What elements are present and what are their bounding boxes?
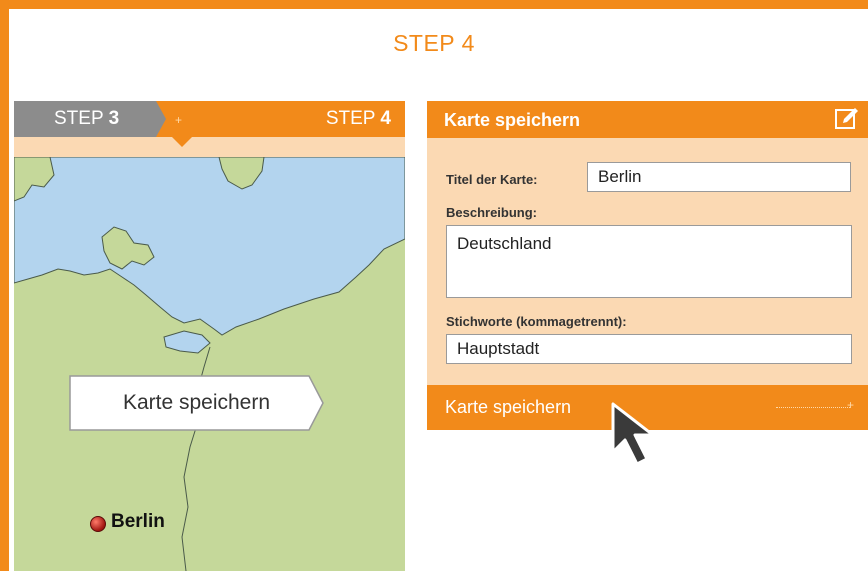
step-divider-icon: +: [175, 113, 183, 127]
title-input[interactable]: [587, 162, 851, 192]
top-border: [0, 0, 868, 9]
left-border: [0, 0, 9, 571]
map-graphic: [14, 157, 405, 571]
steps-bar: STEP 3 + STEP 4: [14, 101, 405, 137]
save-map-callout-button[interactable]: Karte speichern: [69, 375, 324, 431]
mouse-pointer-icon: [611, 402, 655, 466]
step-3-label: STEP 3: [54, 108, 120, 129]
step-4-tab[interactable]: STEP 4: [326, 108, 391, 130]
keywords-input[interactable]: [446, 334, 852, 364]
description-field-label: Beschreibung:: [446, 205, 538, 220]
active-step-pointer: [172, 137, 192, 147]
save-map-callout-label: Karte speichern: [122, 391, 271, 414]
page-title: STEP 4: [393, 30, 475, 56]
map-panel: STEP 3 + STEP 4 Karte speichern Berlin: [14, 101, 405, 571]
map-view[interactable]: [14, 157, 405, 571]
dotted-arrow-line: [776, 407, 850, 408]
step-3-tab[interactable]: STEP 3: [14, 101, 166, 137]
arrow-plus-icon: +: [846, 398, 854, 412]
form-header: Karte speichern: [427, 101, 868, 138]
form-title: Karte speichern: [444, 110, 581, 130]
description-textarea[interactable]: Deutschland: [446, 225, 852, 298]
keywords-field-label: Stichworte (kommagetrennt):: [446, 314, 627, 329]
pencil-edit-icon[interactable]: [834, 106, 860, 132]
save-map-form: Karte speichern Titel der Karte: Beschre…: [427, 101, 868, 430]
city-marker-icon[interactable]: [90, 516, 106, 532]
city-label: Berlin: [111, 511, 165, 532]
title-field-label: Titel der Karte:: [446, 172, 538, 187]
save-map-button-label: Karte speichern: [445, 397, 572, 417]
